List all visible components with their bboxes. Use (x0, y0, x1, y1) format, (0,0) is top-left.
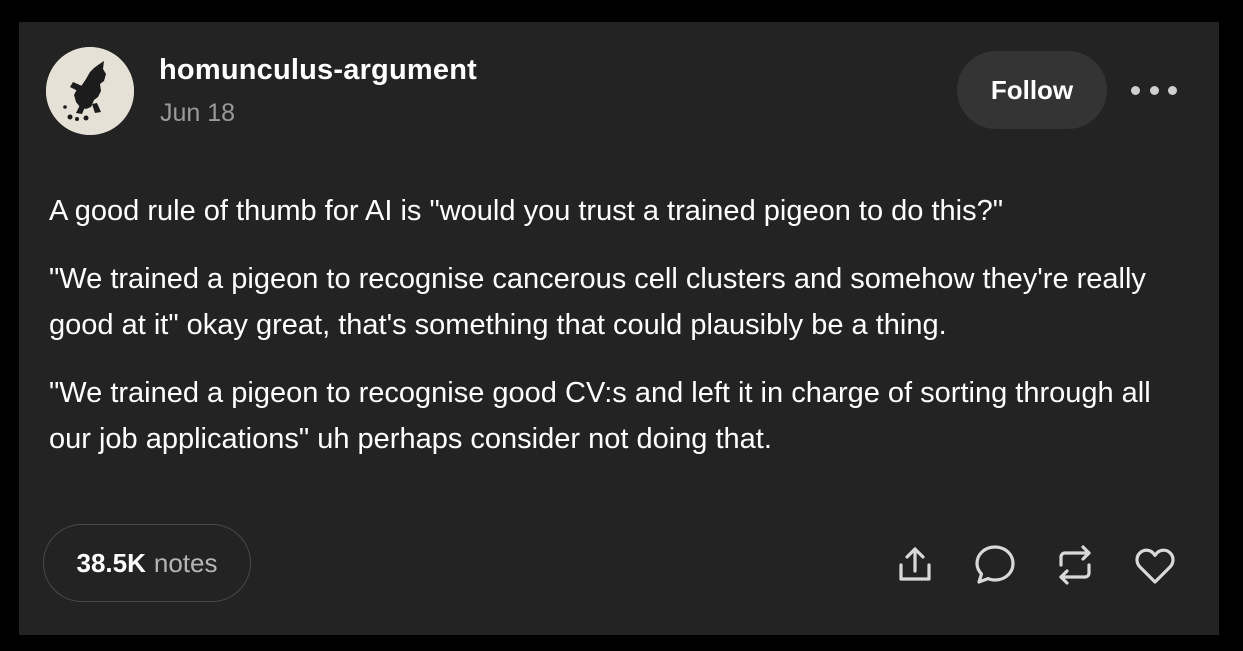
more-dot (1131, 85, 1140, 95)
username[interactable]: homunculus-argument (159, 54, 477, 87)
reply-icon[interactable] (970, 540, 1020, 590)
post-body: A good rule of thumb for AI is "would yo… (49, 188, 1199, 484)
notes-button[interactable]: 38.5K notes (43, 524, 251, 602)
avatar-image (46, 47, 134, 135)
like-icon[interactable] (1130, 540, 1180, 590)
avatar[interactable] (46, 47, 134, 135)
notes-label: notes (153, 547, 218, 578)
post-paragraph: "We trained a pigeon to recognise cancer… (49, 263, 1146, 341)
follow-button[interactable]: Follow (957, 51, 1107, 129)
more-icon[interactable] (1131, 75, 1177, 105)
post-paragraph: "We trained a pigeon to recognise good C… (49, 377, 1151, 455)
post-date[interactable]: Jun 18 (160, 99, 235, 128)
more-dot (1168, 85, 1177, 95)
share-icon[interactable] (890, 540, 940, 590)
post-paragraph: A good rule of thumb for AI is "would yo… (49, 195, 1003, 227)
post-card: homunculus-argument Jun 18 Follow A good… (19, 22, 1219, 635)
reblog-icon[interactable] (1050, 540, 1100, 590)
more-dot (1149, 85, 1159, 95)
notes-count: 38.5K (76, 547, 146, 578)
